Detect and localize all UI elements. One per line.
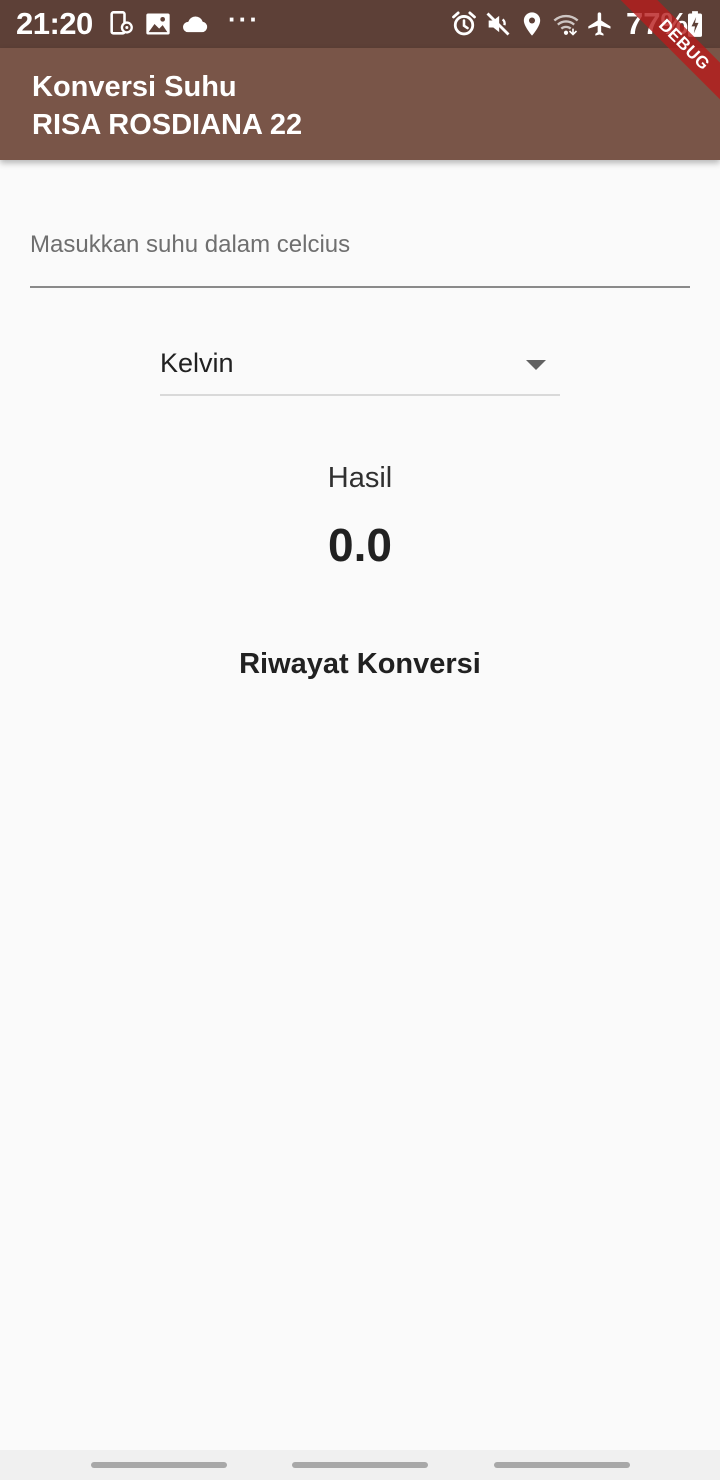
dropdown-arrow-icon[interactable]: [526, 360, 546, 370]
celsius-input[interactable]: [30, 210, 690, 270]
app-title-line-1: Konversi Suhu: [32, 71, 237, 103]
mute-icon: [486, 12, 510, 36]
app-title: Konversi Suhu RISA ROSDIANA 22: [32, 68, 302, 144]
alarm-icon: [452, 11, 476, 36]
status-time: 21:20: [16, 6, 93, 41]
nav-handle-right[interactable]: [494, 1462, 630, 1468]
cloud-icon: [182, 16, 208, 33]
navigation-bar: [0, 1450, 720, 1480]
more-notifications-indicator: ···: [228, 4, 260, 34]
celsius-input-field[interactable]: [30, 210, 690, 288]
history-title: Riwayat Konversi: [239, 648, 481, 680]
unit-dropdown[interactable]: Kelvin: [160, 330, 560, 396]
nav-handle-left[interactable]: [91, 1462, 227, 1468]
location-icon: [523, 12, 541, 36]
nav-handle-center[interactable]: [292, 1462, 428, 1468]
debug-banner: DEBUG: [618, 0, 720, 110]
debug-banner-container: DEBUG: [610, 0, 720, 110]
unit-dropdown-value: Kelvin: [160, 348, 234, 378]
app-title-line-2: RISA ROSDIANA 22: [32, 109, 303, 141]
result-label: Hasil: [327, 462, 393, 494]
image-icon: [146, 13, 170, 35]
wifi-icon: [553, 14, 579, 36]
location-phone-icon: [110, 11, 133, 35]
result-value: 0.0: [328, 519, 392, 571]
